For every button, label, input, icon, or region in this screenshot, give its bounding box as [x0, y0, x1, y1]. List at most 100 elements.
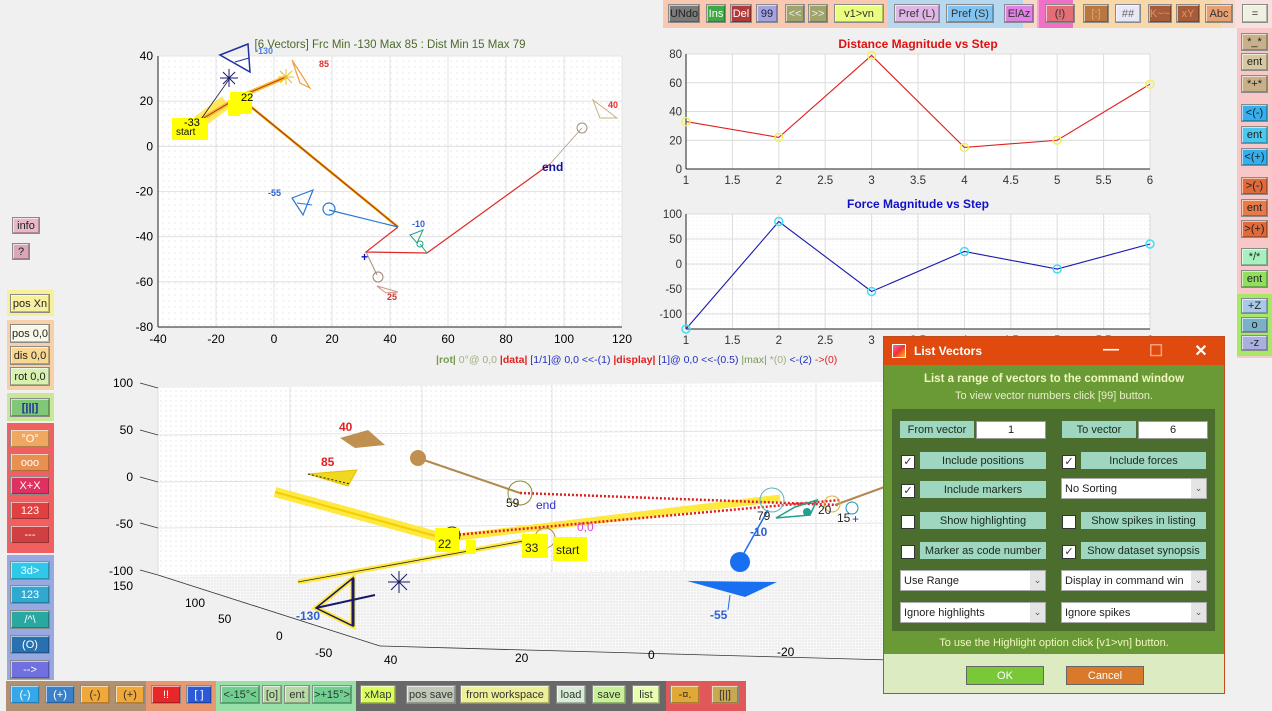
bottom-btn-3[interactable]: (+)	[115, 685, 145, 704]
bottom-btn-6[interactable]: <-15°<	[220, 685, 260, 704]
close-button[interactable]: ✕	[1186, 341, 1216, 361]
from-vector-input[interactable]: 1	[976, 421, 1046, 439]
right-btn-11[interactable]: +Z	[1241, 298, 1268, 314]
right-btn-1[interactable]: ent	[1241, 53, 1268, 71]
sorting-select[interactable]: No Sorting ⌄	[1061, 478, 1207, 499]
ok-button[interactable]: OK	[966, 666, 1044, 685]
show-highlighting-checkbox[interactable]	[901, 515, 915, 529]
right-btn-3[interactable]: <(-)	[1241, 104, 1268, 122]
right-btn-7[interactable]: ent	[1241, 199, 1268, 217]
bottom-btn-10[interactable]: xMap	[360, 685, 396, 704]
bottom-btn-13[interactable]: load	[556, 685, 586, 704]
right-btn-12[interactable]: o	[1241, 317, 1268, 333]
force-label-40-3d: 40	[339, 420, 353, 434]
include-positions-checkbox[interactable]: ✓	[901, 455, 915, 469]
bottom-btn-8[interactable]: ent	[284, 685, 310, 704]
show-synopsis-checkbox[interactable]: ✓	[1062, 545, 1076, 559]
plot-3d[interactable]: 100 50 0 -50 -100 150 100 50 0 -50 40 20…	[100, 370, 890, 675]
view3d-btn-3[interactable]: (O)	[10, 635, 50, 654]
range-select[interactable]: Use Range ⌄	[900, 570, 1046, 591]
right-btn-10[interactable]: ent	[1241, 270, 1268, 288]
bottom-btn-17[interactable]: [||]	[711, 685, 739, 704]
status-segment[interactable]: <<-(0.5)	[701, 354, 741, 366]
to-vector-input[interactable]: 6	[1138, 421, 1208, 439]
bars-button[interactable]: [|||]	[10, 398, 50, 417]
top-btn-xy[interactable]: xY	[1176, 4, 1200, 23]
bottom-btn-2[interactable]: (-)	[80, 685, 110, 704]
bottom-btn-5[interactable]: [ ]	[186, 685, 212, 704]
spikes-select[interactable]: Ignore spikes ⌄	[1061, 602, 1207, 623]
top-btn-[interactable]: ##	[1115, 4, 1141, 23]
top-btn-[interactable]: <<	[785, 4, 805, 23]
top-btn-v1vn[interactable]: v1>vn	[834, 4, 884, 23]
view3d-btn-0[interactable]: 3d>	[10, 561, 50, 580]
bottom-btn-14[interactable]: save	[592, 685, 626, 704]
highlights-select[interactable]: Ignore highlights ⌄	[900, 602, 1046, 623]
right-btn-0[interactable]: *_*	[1241, 33, 1268, 51]
show-spikes-checkbox[interactable]	[1062, 515, 1076, 529]
dis-reset-button[interactable]: dis 0,0	[10, 346, 50, 365]
view3d-btn-1[interactable]: 123	[10, 585, 50, 604]
cancel-button[interactable]: Cancel	[1066, 666, 1144, 685]
bottom-btn-7[interactable]: [o]	[262, 685, 282, 704]
right-btn-6[interactable]: >(-)	[1241, 177, 1268, 195]
top-btn-[interactable]: >>	[808, 4, 828, 23]
right-btn-9[interactable]: */*	[1241, 248, 1268, 266]
marker-btn-4[interactable]: ---	[10, 525, 50, 544]
marker-btn-1[interactable]: ooo	[10, 453, 50, 472]
status-segment[interactable]: <-(2)	[789, 354, 811, 366]
label-end-3d: end	[536, 498, 556, 512]
distance-chart[interactable]: 1 1.5 2 2.5 3 3.5 4 4.5 5 5.5 6020406080Distance M…	[660, 32, 1160, 192]
pos-reset-button[interactable]: pos 0,0	[10, 324, 50, 343]
top-btn-[interactable]: =	[1242, 4, 1268, 23]
bottom-btn-9[interactable]: >+15°>	[312, 685, 352, 704]
status-segment[interactable]: ->(0)	[812, 354, 837, 366]
include-markers-checkbox[interactable]: ✓	[901, 484, 915, 498]
marker-btn-3[interactable]: 123	[10, 501, 50, 520]
maximize-button[interactable]: ☐	[1141, 341, 1171, 361]
right-btn-13[interactable]: -z	[1241, 335, 1268, 351]
status-segment[interactable]: <<-(1)	[582, 354, 614, 366]
right-btn-2[interactable]: *+*	[1241, 75, 1268, 93]
bottom-btn-1[interactable]: (+)	[45, 685, 75, 704]
top-btn-prefs[interactable]: Pref (S)	[946, 4, 994, 23]
display-select[interactable]: Display in command win ⌄	[1061, 570, 1207, 591]
y-tick-label: 60	[669, 78, 682, 90]
marker-btn-2[interactable]: X+X	[10, 476, 50, 495]
top-btn-undo[interactable]: UNdo	[668, 4, 700, 23]
bottom-btn-11[interactable]: pos save	[406, 685, 456, 704]
top-btn-99[interactable]: 99	[756, 4, 778, 23]
force-chart[interactable]: 11.522.533.544.555.56-100-50050100Force …	[660, 192, 1160, 352]
top-btn-del[interactable]: Del	[730, 4, 752, 23]
top-btn-abc[interactable]: Abc	[1205, 4, 1233, 23]
bottom-btn-16[interactable]: -¤.	[670, 685, 700, 704]
right-btn-8[interactable]: >(+)	[1241, 220, 1268, 238]
bottom-btn-15[interactable]: list	[632, 685, 660, 704]
top-btn-prefl[interactable]: Pref (L)	[894, 4, 940, 23]
bottom-btn-12[interactable]: from workspace	[460, 685, 550, 704]
marker-code-label: Marker as code number	[920, 542, 1046, 559]
rot-reset-button[interactable]: rot 0,0	[10, 367, 50, 386]
force-label-85: 85	[319, 59, 329, 69]
top-btn-[interactable]: [:]	[1083, 4, 1109, 23]
top-btn-elaz[interactable]: ElAz	[1004, 4, 1034, 23]
view3d-btn-4[interactable]: -->	[10, 660, 50, 679]
top-btn-ins[interactable]: Ins	[706, 4, 726, 23]
right-btn-5[interactable]: <(+)	[1241, 148, 1268, 166]
marker-btn-0[interactable]: °O°	[10, 429, 50, 448]
info-button[interactable]: info	[12, 217, 40, 234]
top-btn-[interactable]: (!)	[1045, 4, 1075, 23]
top-btn-k[interactable]: K~~	[1148, 4, 1172, 23]
plot-2d[interactable]: -40 -20 0 20 40 60 80 100 120 40 20 0 -20 -40 -60 -80 […	[120, 30, 640, 375]
label-origin: 0,0	[577, 520, 594, 534]
minimize-button[interactable]: —	[1096, 341, 1126, 359]
view3d-btn-2[interactable]: /^\	[10, 610, 50, 629]
pos-xn-button[interactable]: pos Xn	[10, 294, 50, 313]
dialog-titlebar[interactable]: List Vectors — ☐ ✕	[884, 337, 1224, 365]
include-forces-checkbox[interactable]: ✓	[1062, 455, 1076, 469]
marker-code-checkbox[interactable]	[901, 545, 915, 559]
right-btn-4[interactable]: ent	[1241, 126, 1268, 144]
help-button[interactable]: ?	[12, 243, 30, 260]
bottom-btn-0[interactable]: (-)	[10, 685, 40, 704]
bottom-btn-4[interactable]: !!	[151, 685, 181, 704]
